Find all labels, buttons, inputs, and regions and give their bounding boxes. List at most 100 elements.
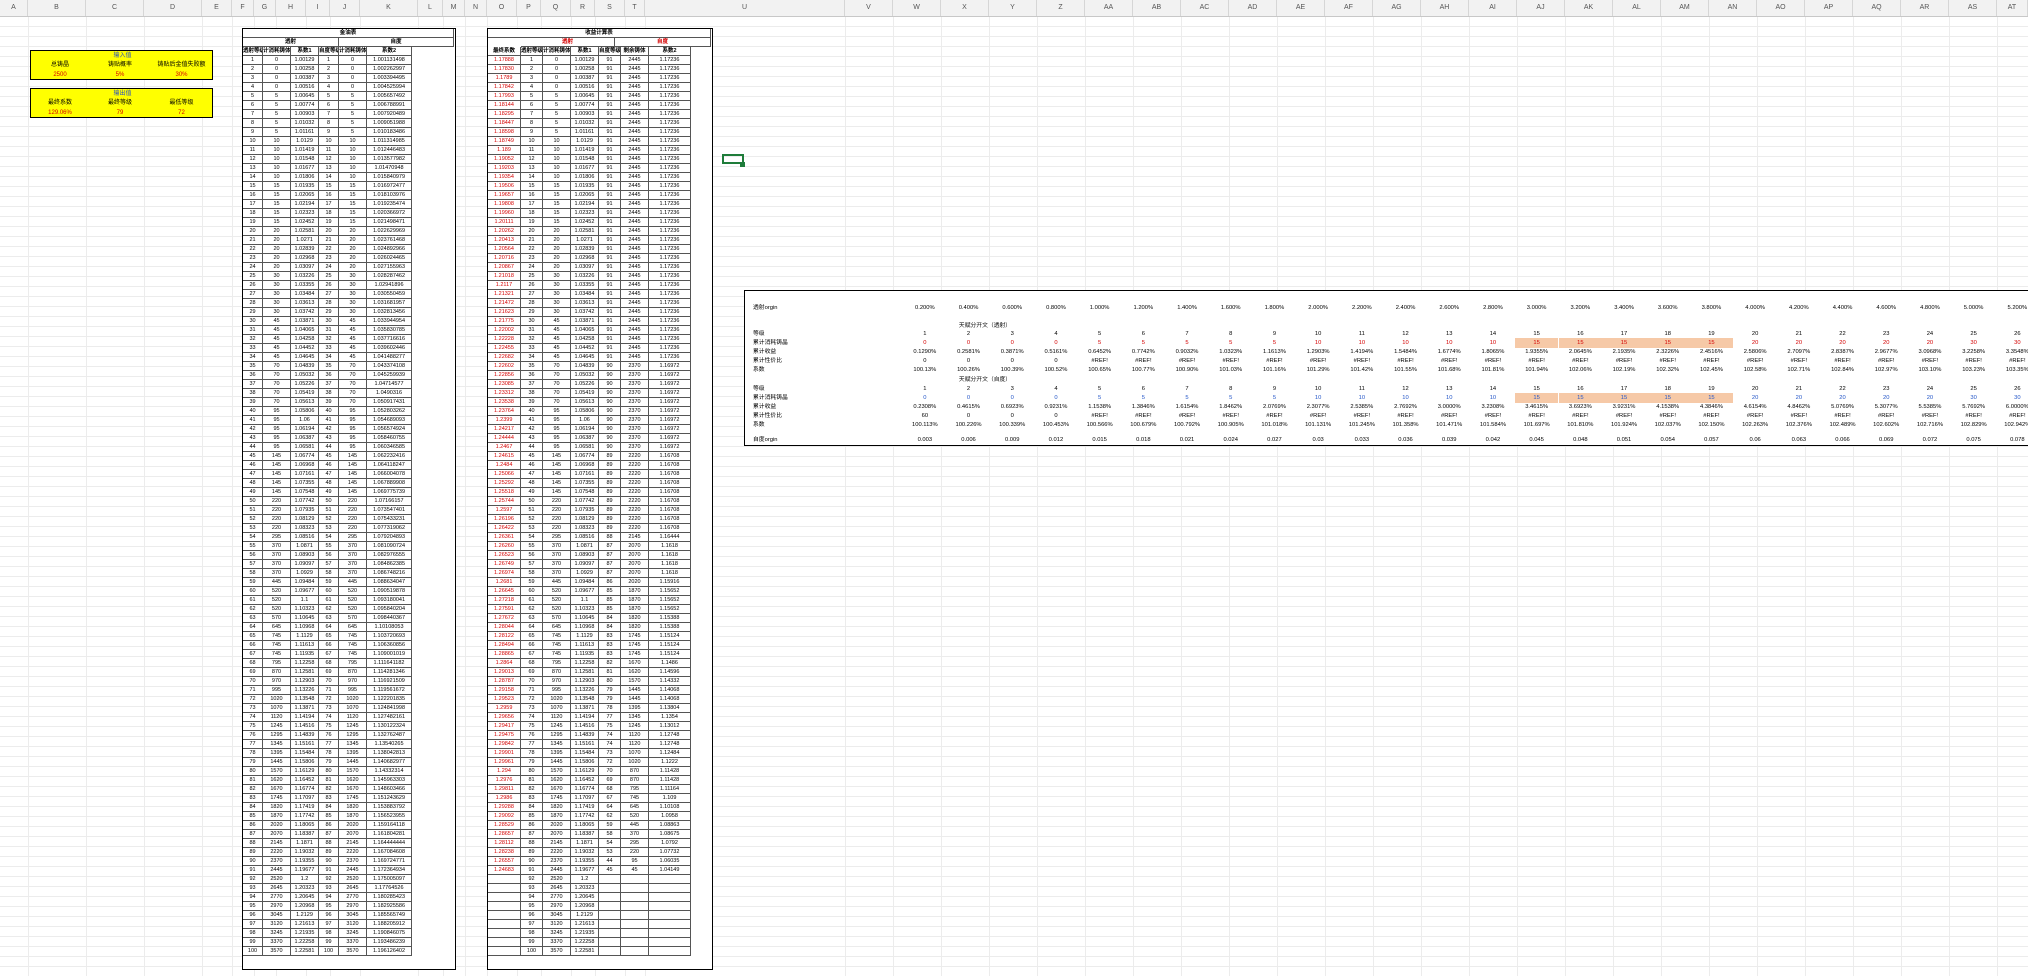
table1-cell[interactable]: 1.05032 — [291, 371, 319, 380]
table1-cell[interactable]: 745 — [263, 650, 291, 659]
table1-cell[interactable]: 1.019235474 — [367, 200, 412, 209]
s2-coef-cell[interactable]: 102.602% — [1864, 420, 1908, 430]
table2-cell[interactable]: 1.16774 — [571, 785, 599, 794]
table1-cell[interactable]: 38 — [243, 389, 263, 398]
column-header[interactable]: S — [595, 0, 625, 16]
table1-cell[interactable]: 1.1129 — [291, 632, 319, 641]
column-header[interactable]: T — [625, 0, 645, 16]
table2-cell[interactable]: 79 — [599, 695, 621, 704]
table1-cell[interactable]: 15 — [243, 182, 263, 191]
table1-cell[interactable]: 1.079204893 — [367, 533, 412, 542]
s1-coef-cell[interactable]: 101.42% — [1340, 365, 1384, 375]
table1-cell[interactable]: 570 — [263, 614, 291, 623]
table2-cell[interactable]: 1.00387 — [571, 74, 599, 83]
table1-cell[interactable]: 0 — [339, 83, 367, 92]
table1-cell[interactable]: 8 — [319, 119, 339, 128]
table2-cell[interactable] — [599, 947, 621, 956]
table1-cell[interactable]: 20 — [319, 227, 339, 236]
table1-cell[interactable]: 35 — [243, 362, 263, 371]
table2-cell[interactable]: 1.12581 — [571, 668, 599, 677]
table1-cell[interactable]: 62 — [243, 605, 263, 614]
origin-bottom-cell[interactable]: 0.066 — [1821, 435, 1865, 445]
table2-cell[interactable] — [488, 947, 521, 956]
table2-cell[interactable]: 1.17888 — [488, 56, 521, 65]
table1-cell[interactable]: 1.027155963 — [367, 263, 412, 272]
table2-cell[interactable]: 2445 — [621, 299, 649, 308]
table1-cell[interactable]: 56 — [319, 551, 339, 560]
table1-cell[interactable]: 1.17419 — [291, 803, 319, 812]
table1-cell[interactable]: 1.04258 — [291, 335, 319, 344]
table1-cell[interactable]: 1.016972477 — [367, 182, 412, 191]
table1-cell[interactable]: 1.02194 — [291, 200, 319, 209]
table1-cell[interactable]: 1.04645 — [291, 353, 319, 362]
table2-cell[interactable]: 795 — [621, 785, 649, 794]
table2-cell[interactable]: 16 — [521, 191, 543, 200]
table1-cell[interactable]: 1.01806 — [291, 173, 319, 182]
table2-cell[interactable]: 1.16972 — [649, 380, 691, 389]
table2-cell[interactable] — [649, 884, 691, 893]
table2-cell[interactable]: 2445 — [621, 272, 649, 281]
table2-cell[interactable]: 85 — [599, 605, 621, 614]
table1-cell[interactable]: 70 — [319, 677, 339, 686]
table2-cell[interactable]: 91 — [599, 173, 621, 182]
table2-cell[interactable]: 745 — [543, 641, 571, 650]
table1-cell[interactable]: 95 — [263, 407, 291, 416]
table1-cell[interactable]: 1.010183486 — [367, 128, 412, 137]
table2-cell[interactable]: 77 — [521, 740, 543, 749]
table2-cell[interactable]: 1.10323 — [571, 605, 599, 614]
table2-cell[interactable]: 1.21472 — [488, 299, 521, 308]
s2-coef-cell[interactable]: 100.679% — [1122, 420, 1166, 430]
table1-cell[interactable]: 45 — [263, 353, 291, 362]
table2-cell[interactable]: 1.21775 — [488, 317, 521, 326]
table1-cell[interactable]: 1.07166157 — [367, 497, 412, 506]
table2-cell[interactable]: 1.14596 — [649, 668, 691, 677]
table1-cell[interactable]: 1.00645 — [291, 92, 319, 101]
table1-cell[interactable]: 1.084862385 — [367, 560, 412, 569]
table1-cell[interactable]: 86 — [243, 821, 263, 830]
table2-cell[interactable]: 83 — [599, 632, 621, 641]
table2-cell[interactable]: 1.13226 — [571, 686, 599, 695]
column-header[interactable]: AT — [1997, 0, 2028, 16]
table2-cell[interactable]: 1.1222 — [649, 758, 691, 767]
table2-cell[interactable]: 870 — [543, 668, 571, 677]
table2-cell[interactable] — [649, 902, 691, 911]
table2-cell[interactable]: 49 — [521, 488, 543, 497]
table1-cell[interactable]: 5 — [339, 119, 367, 128]
table1-cell[interactable]: 1.069775739 — [367, 488, 412, 497]
table2-cell[interactable]: 2220 — [621, 515, 649, 524]
table1-cell[interactable]: 26 — [243, 281, 263, 290]
table2-cell[interactable]: 1395 — [621, 704, 649, 713]
table1-cell[interactable]: 1.130122324 — [367, 722, 412, 731]
table2-cell[interactable]: 1.01161 — [571, 128, 599, 137]
table2-cell[interactable]: 91 — [599, 218, 621, 227]
table1-cell[interactable]: 1.124841998 — [367, 704, 412, 713]
table2-cell[interactable]: 1.17236 — [649, 227, 691, 236]
column-header[interactable]: AF — [1325, 0, 1373, 16]
s1-coef-cell[interactable]: 102.84% — [1821, 365, 1865, 375]
table1-cell[interactable]: 220 — [339, 497, 367, 506]
table1-cell[interactable]: 1.060346585 — [367, 443, 412, 452]
table2-cell[interactable]: 17 — [521, 200, 543, 209]
table2-cell[interactable]: 1.17236 — [649, 101, 691, 110]
table2-cell[interactable]: 1620 — [543, 776, 571, 785]
table1-cell[interactable]: 1.18387 — [291, 830, 319, 839]
table1-cell[interactable]: 30 — [243, 317, 263, 326]
column-header[interactable]: AD — [1229, 0, 1277, 16]
table2-cell[interactable]: 1.17236 — [649, 110, 691, 119]
table1-cell[interactable]: 17 — [319, 200, 339, 209]
table2-cell[interactable]: 37 — [521, 380, 543, 389]
table1-cell[interactable]: 10 — [339, 173, 367, 182]
table2-cell[interactable]: 91 — [599, 344, 621, 353]
table2-cell[interactable]: 1670 — [543, 785, 571, 794]
table2-cell[interactable]: 91 — [599, 353, 621, 362]
table1-cell[interactable]: 1.16452 — [291, 776, 319, 785]
table2-cell[interactable]: 1.12748 — [649, 731, 691, 740]
table1-cell[interactable]: 1.20645 — [291, 893, 319, 902]
table2-cell[interactable]: 66 — [521, 641, 543, 650]
table2-cell[interactable]: 7 — [521, 110, 543, 119]
table1-cell[interactable]: 0 — [339, 65, 367, 74]
origin-bottom-cell[interactable]: 0.042 — [1471, 435, 1515, 445]
table2-cell[interactable]: 1.20111 — [488, 218, 521, 227]
table1-cell[interactable]: 1.088634047 — [367, 578, 412, 587]
origin-bottom-cell[interactable]: 0.06 — [1733, 435, 1777, 445]
